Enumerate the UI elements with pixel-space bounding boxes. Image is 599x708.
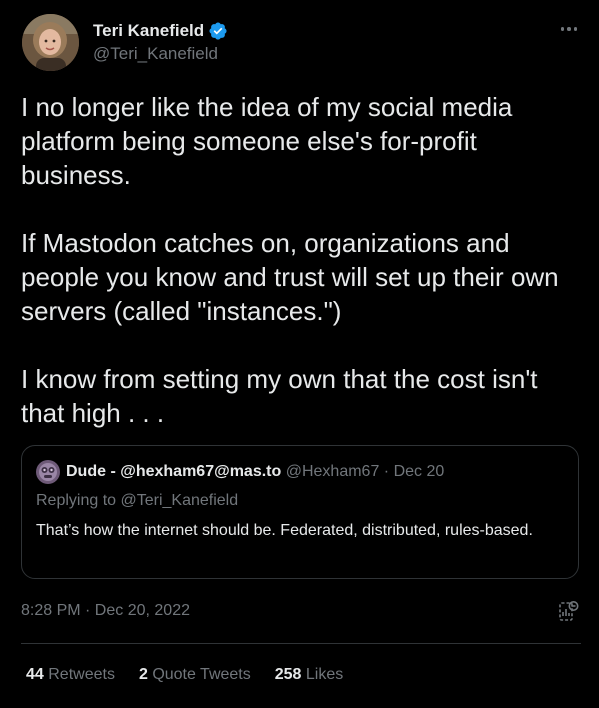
author-avatar[interactable]: [22, 14, 79, 71]
tweet-stats: 44 Retweets 2 Quote Tweets 258 Likes: [26, 666, 343, 684]
quoted-tweet[interactable]: Dude - @hexham67@mas.to @Hexham67 · Dec …: [21, 445, 579, 579]
verified-badge-icon: [208, 21, 228, 41]
quoted-author-handle: @Hexham67: [285, 463, 380, 480]
author-info: Teri Kanefield @Teri_Kanefield: [93, 20, 228, 64]
quoted-text: That’s how the internet should be. Feder…: [36, 522, 533, 539]
likes-stat[interactable]: 258 Likes: [275, 666, 344, 684]
more-options-icon[interactable]: [557, 18, 581, 40]
author-handle[interactable]: @Teri_Kanefield: [93, 44, 228, 64]
quote-tweets-stat[interactable]: 2 Quote Tweets: [139, 666, 251, 684]
tweet-timestamp[interactable]: 8:28 PM · Dec 20, 2022: [21, 602, 190, 620]
stats-divider: [21, 643, 581, 644]
tweet-card: Teri Kanefield @Teri_Kanefield I no long…: [0, 0, 599, 708]
retweets-count: 44: [26, 666, 44, 683]
profile-photo-icon: [22, 14, 79, 71]
quoted-header: Dude - @hexham67@mas.to @Hexham67 · Dec …: [66, 463, 444, 481]
likes-count: 258: [274, 666, 302, 683]
quoted-date: Dec 20: [393, 463, 445, 480]
quoted-avatar: [36, 460, 60, 484]
author-name-row: Teri Kanefield: [93, 20, 228, 42]
retweets-stat[interactable]: 44 Retweets: [26, 666, 115, 684]
analytics-icon[interactable]: [558, 600, 580, 622]
quoted-author-name: Dude - @hexham67@mas.to: [66, 463, 282, 480]
tweet-text: I no longer like the idea of my social m…: [21, 92, 559, 428]
author-name[interactable]: Teri Kanefield: [93, 21, 204, 41]
quoted-separator: ·: [383, 463, 390, 480]
quoted-replying-to: Replying to @Teri_Kanefield: [36, 492, 239, 509]
likes-label: Likes: [305, 666, 344, 683]
quoted-avatar-icon: [36, 460, 60, 484]
quote-tweets-label: Quote Tweets: [152, 666, 251, 683]
quote-tweets-count: 2: [138, 666, 148, 683]
retweets-label: Retweets: [48, 666, 115, 683]
